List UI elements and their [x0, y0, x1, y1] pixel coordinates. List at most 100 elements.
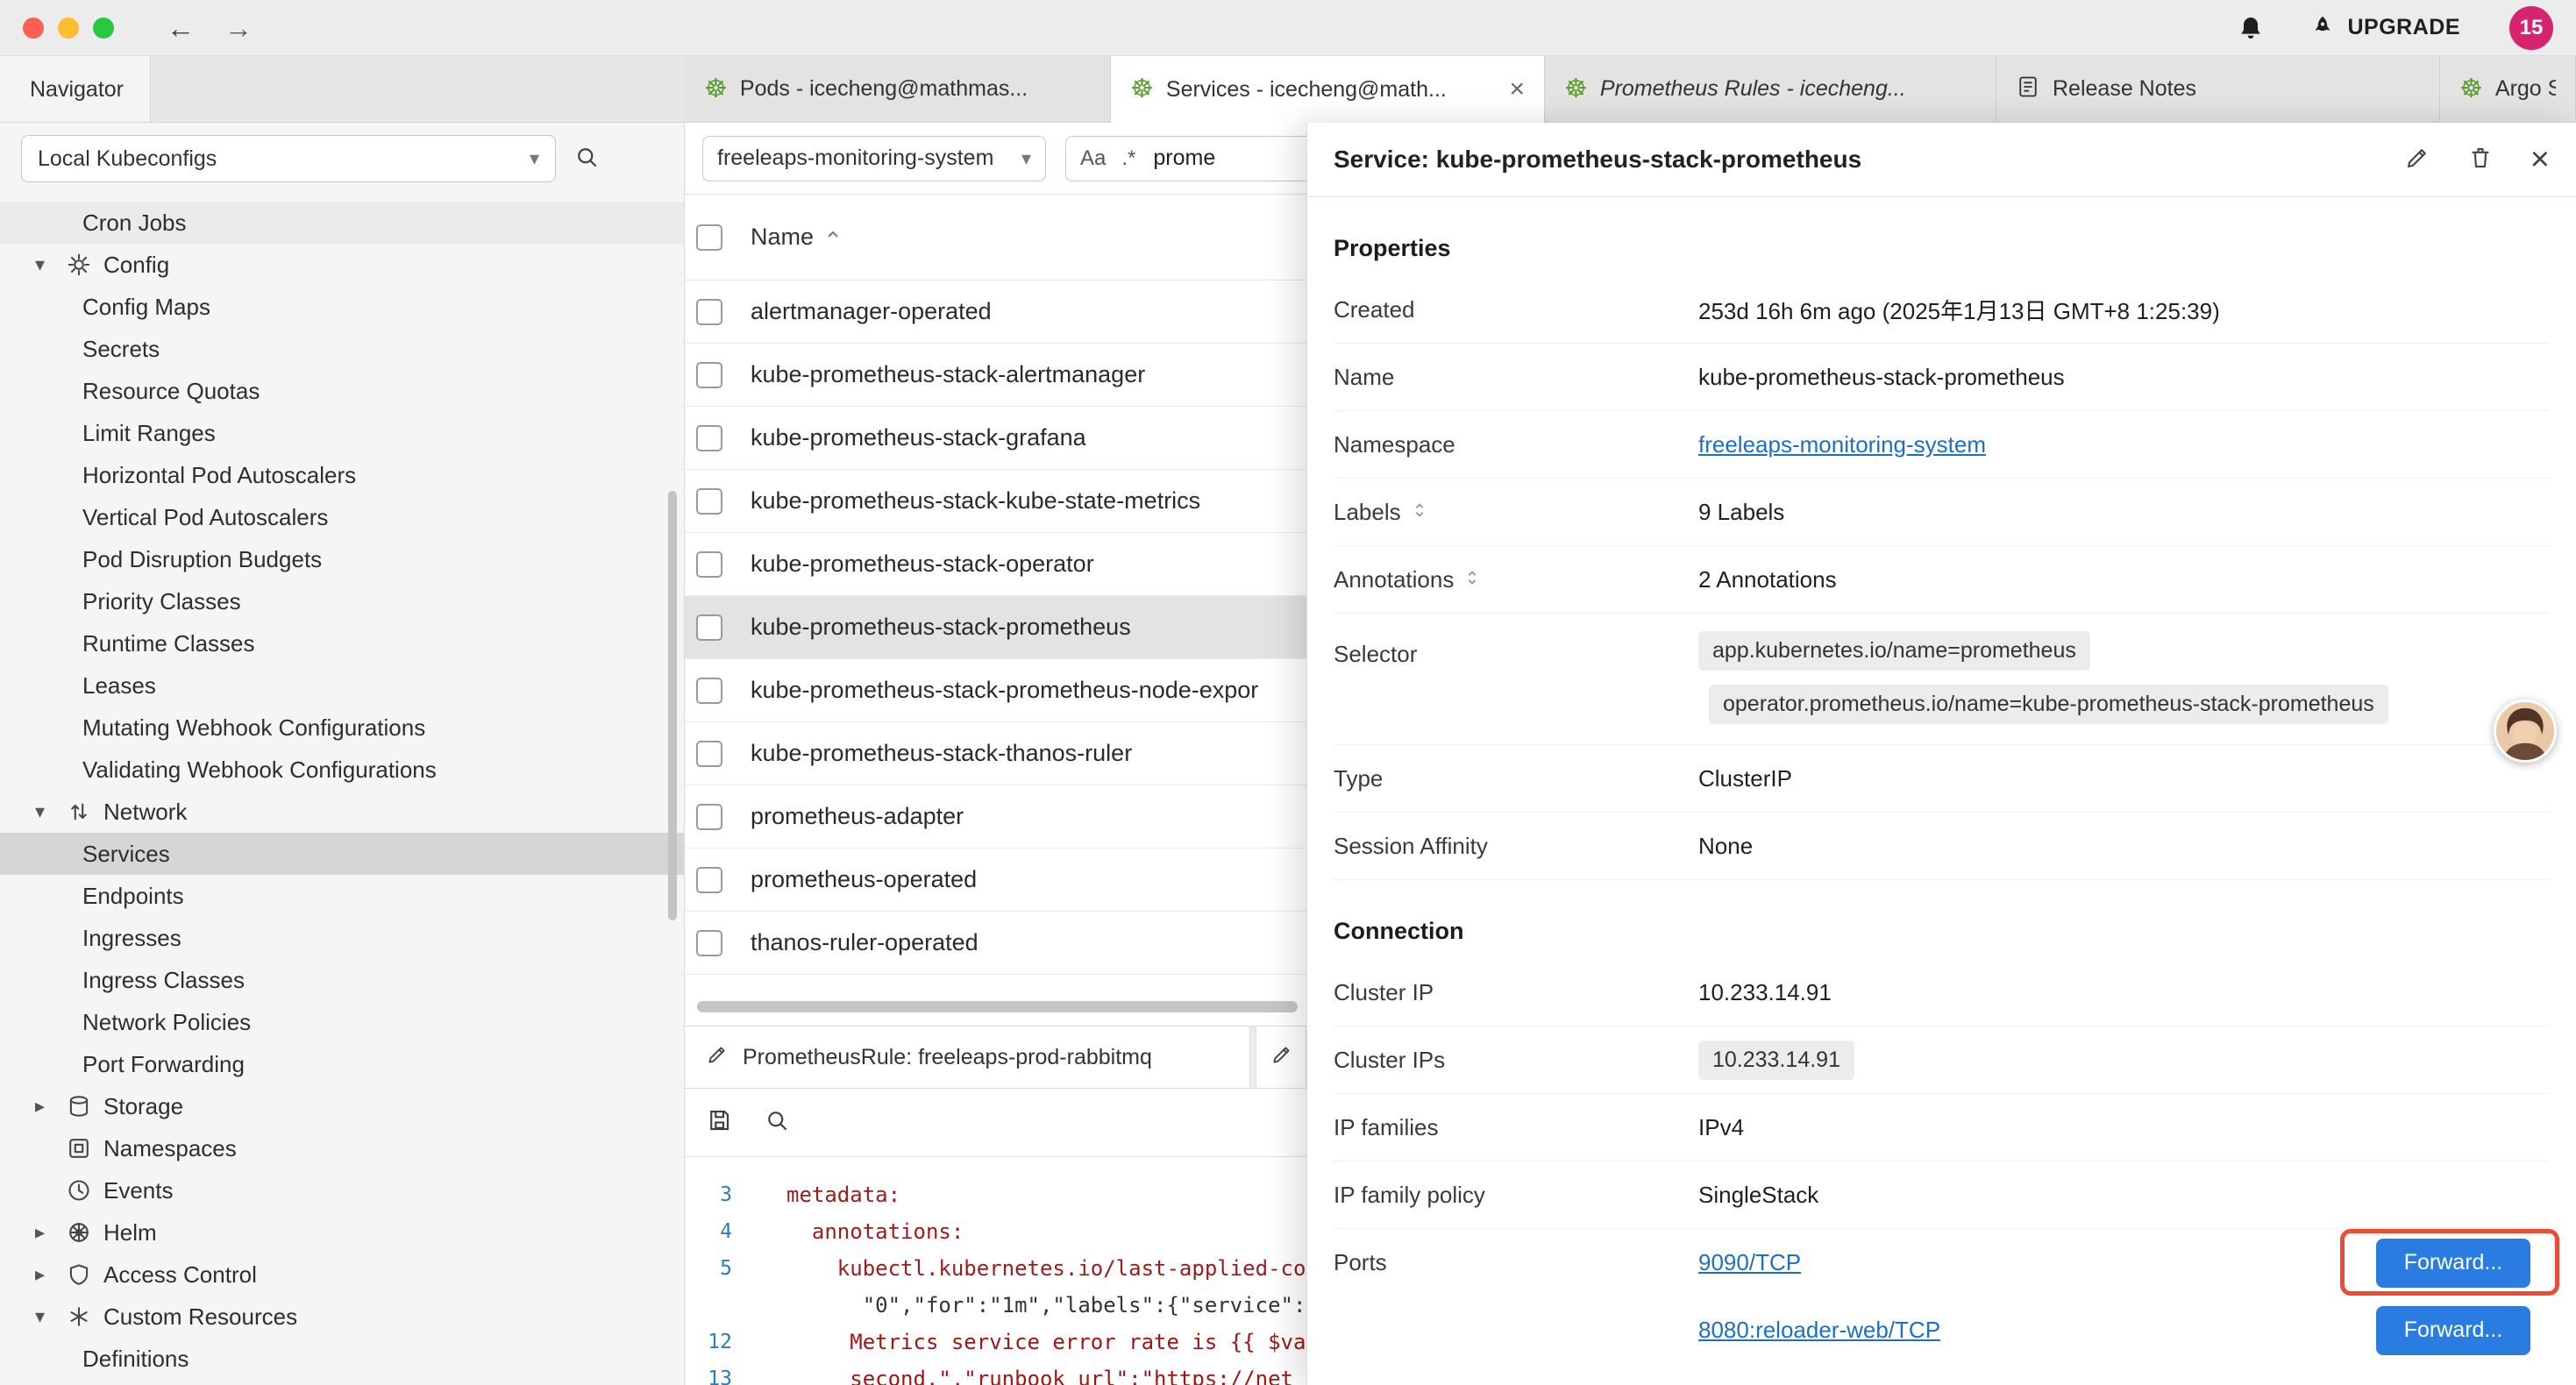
- select-all-checkbox[interactable]: [696, 224, 722, 251]
- sidebar-item[interactable]: Leases: [0, 664, 684, 707]
- sidebar-item[interactable]: Services: [0, 833, 684, 875]
- navigator-panel-tab[interactable]: Navigator: [0, 56, 151, 122]
- kubeconfig-selector[interactable]: Local Kubeconfigs ▾: [21, 135, 556, 182]
- user-avatar[interactable]: [2494, 700, 2557, 763]
- tab-argo[interactable]: ☸ Argo S: [2440, 56, 2576, 123]
- expand-chevron-icon[interactable]: ▾: [35, 253, 67, 276]
- window-zoom-button[interactable]: [93, 18, 114, 39]
- sidebar-item[interactable]: Priority Classes: [0, 580, 684, 622]
- expand-collapse-icon[interactable]: [1462, 566, 1482, 593]
- search-input[interactable]: [1151, 145, 1283, 172]
- tab-close-icon[interactable]: ×: [1509, 75, 1525, 104]
- sidebar-item[interactable]: ▸ Access Control: [0, 1254, 684, 1296]
- table-row[interactable]: thanos-ruler-operated: [685, 912, 1306, 975]
- table-row[interactable]: prometheus-adapter: [685, 785, 1306, 849]
- table-row[interactable]: alertmanager-operated: [685, 281, 1306, 344]
- delete-trash-icon[interactable]: [2467, 145, 2494, 175]
- sidebar-item[interactable]: ▾ Config: [0, 244, 684, 286]
- table-row[interactable]: kube-prometheus-stack-thanos-ruler: [685, 722, 1306, 785]
- sidebar-scrollbar[interactable]: [668, 491, 677, 920]
- table-row[interactable]: prometheus-operated: [685, 849, 1306, 912]
- forward-button[interactable]: Forward...: [2376, 1306, 2530, 1355]
- sidebar-item[interactable]: Limit Ranges: [0, 412, 684, 454]
- tab-services[interactable]: ☸ Services - icecheng@math... ×: [1111, 56, 1545, 123]
- row-checkbox[interactable]: [696, 678, 722, 704]
- row-checkbox[interactable]: [696, 930, 722, 956]
- sidebar-item[interactable]: Ingresses: [0, 917, 684, 959]
- table-row[interactable]: kube-prometheus-stack-grafana: [685, 407, 1306, 470]
- expand-chevron-icon[interactable]: ▾: [35, 1305, 67, 1328]
- editor-tab-partial[interactable]: [1256, 1026, 1306, 1088]
- sidebar-item[interactable]: ▸ Storage: [0, 1085, 684, 1127]
- sidebar-item[interactable]: Mutating Webhook Configurations: [0, 707, 684, 749]
- table-search-box[interactable]: Aa .*: [1065, 136, 1306, 181]
- sidebar-item[interactable]: Horizontal Pod Autoscalers: [0, 454, 684, 496]
- name-column-header[interactable]: Name: [751, 224, 814, 251]
- forward-arrow-icon[interactable]: →: [224, 14, 253, 42]
- sort-ascending-icon[interactable]: [814, 224, 843, 250]
- window-close-button[interactable]: [23, 18, 44, 39]
- tab-release-notes[interactable]: Release Notes: [1996, 56, 2440, 123]
- expand-collapse-icon[interactable]: [1410, 499, 1429, 526]
- table-row[interactable]: kube-prometheus-stack-prometheus: [685, 596, 1306, 659]
- sidebar-item[interactable]: Resource Quotas: [0, 370, 684, 412]
- row-checkbox[interactable]: [696, 551, 722, 578]
- edit-pencil-icon[interactable]: [2404, 145, 2430, 175]
- sidebar-item[interactable]: Runtime Classes: [0, 622, 684, 664]
- window-minimize-button[interactable]: [58, 18, 79, 39]
- port-link[interactable]: 8080:reloader-web/TCP: [1698, 1317, 1940, 1344]
- regex-toggle[interactable]: .*: [1121, 146, 1135, 171]
- sidebar-item[interactable]: Config Maps: [0, 286, 684, 328]
- sidebar-item[interactable]: Vertical Pod Autoscalers: [0, 496, 684, 538]
- row-checkbox[interactable]: [696, 488, 722, 515]
- tab-prometheus-rules[interactable]: ☸ Prometheus Rules - icecheng...: [1545, 56, 1996, 123]
- table-row[interactable]: kube-prometheus-stack-prometheus-node-ex…: [685, 659, 1306, 722]
- expand-chevron-icon[interactable]: ▸: [35, 1221, 67, 1244]
- back-arrow-icon[interactable]: ←: [167, 14, 195, 42]
- horizontal-scrollbar[interactable]: [685, 1001, 1306, 1013]
- row-checkbox[interactable]: [696, 867, 722, 893]
- sidebar-item[interactable]: Namespaces: [0, 1127, 684, 1169]
- sidebar-item[interactable]: Pod Disruption Budgets: [0, 538, 684, 580]
- forward-button[interactable]: Forward...: [2376, 1239, 2530, 1288]
- table-row[interactable]: kube-prometheus-stack-kube-state-metrics: [685, 470, 1306, 533]
- sidebar-item[interactable]: Events: [0, 1169, 684, 1211]
- sidebar-item[interactable]: Validating Webhook Configurations: [0, 749, 684, 791]
- match-case-toggle[interactable]: Aa: [1080, 146, 1106, 171]
- expand-chevron-icon[interactable]: ▾: [35, 800, 67, 823]
- yaml-editor[interactable]: 3 metadata: 4 annotations: 5 kubectl.kub…: [685, 1157, 1306, 1385]
- namespace-link[interactable]: freeleaps-monitoring-system: [1698, 431, 1986, 458]
- row-checkbox[interactable]: [696, 804, 722, 830]
- tab-pods[interactable]: ☸ Pods - icecheng@mathmas...: [685, 56, 1111, 123]
- editor-tab[interactable]: PrometheusRule: freeleaps-prod-rabbitmq: [685, 1026, 1250, 1088]
- namespace-filter[interactable]: freeleaps-monitoring-system ▾: [702, 136, 1046, 181]
- sidebar-item[interactable]: Ingress Classes: [0, 959, 684, 1001]
- sidebar-item[interactable]: Endpoints: [0, 875, 684, 917]
- expand-chevron-icon[interactable]: ▸: [35, 1263, 67, 1286]
- table-row[interactable]: kube-prometheus-stack-operator: [685, 533, 1306, 596]
- table-row[interactable]: kube-prometheus-stack-alertmanager: [685, 344, 1306, 407]
- upgrade-button[interactable]: UPGRADE: [2309, 14, 2460, 42]
- port-link[interactable]: 9090/TCP: [1698, 1249, 1801, 1276]
- sidebar-item[interactable]: ▸ Helm: [0, 1211, 684, 1254]
- sidebar-item[interactable]: Secrets: [0, 328, 684, 370]
- sidebar-item[interactable]: ▾ Network: [0, 791, 684, 833]
- editor-search-icon[interactable]: [764, 1107, 790, 1138]
- notification-count-badge[interactable]: 15: [2509, 6, 2553, 50]
- sidebar-search-icon[interactable]: [573, 144, 600, 174]
- drawer-close-icon[interactable]: ×: [2530, 143, 2550, 176]
- row-checkbox[interactable]: [696, 425, 722, 451]
- scrollbar-thumb[interactable]: [697, 1001, 1298, 1012]
- sidebar-item[interactable]: ▾ Custom Resources: [0, 1296, 684, 1338]
- expand-chevron-icon[interactable]: ▸: [35, 1095, 67, 1118]
- row-checkbox[interactable]: [696, 362, 722, 388]
- sidebar-item[interactable]: Definitions: [0, 1338, 684, 1380]
- sidebar-item[interactable]: Network Policies: [0, 1001, 684, 1043]
- row-checkbox[interactable]: [696, 741, 722, 767]
- sidebar-item[interactable]: Cron Jobs: [0, 202, 684, 244]
- sidebar-item[interactable]: Port Forwarding: [0, 1043, 684, 1085]
- row-checkbox[interactable]: [696, 614, 722, 641]
- save-icon[interactable]: [706, 1107, 732, 1138]
- notifications-bell-icon[interactable]: [2237, 14, 2265, 42]
- row-checkbox[interactable]: [696, 299, 722, 325]
